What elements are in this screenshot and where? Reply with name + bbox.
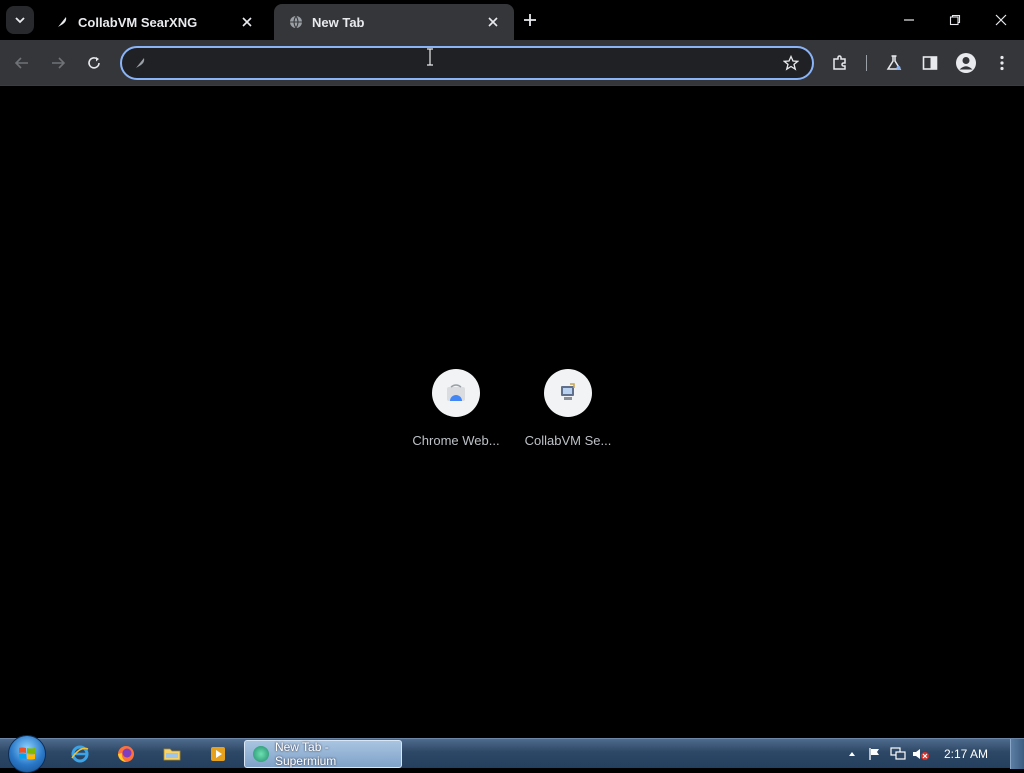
start-button[interactable]: [8, 735, 46, 773]
web-store-icon: [447, 384, 465, 401]
shortcut-label: Chrome Web...: [412, 433, 500, 448]
computer-icon: [561, 383, 575, 400]
internet-explorer-pin[interactable]: [60, 741, 100, 767]
close-icon[interactable]: [238, 13, 256, 31]
shortcut-collabvm-searxng[interactable]: CollabVM Se...: [512, 368, 624, 458]
back-button[interactable]: [8, 49, 36, 77]
avatar-icon: [956, 53, 976, 73]
feather-icon: [54, 14, 70, 30]
tab-search-button[interactable]: [6, 6, 34, 34]
menu-button[interactable]: [988, 49, 1016, 77]
shortcut-label: CollabVM Se...: [524, 433, 612, 448]
show-desktop-button[interactable]: [1010, 739, 1024, 769]
tab-strip: CollabVM SearXNG New Tab: [0, 0, 1024, 40]
tab-collabvm-searxng[interactable]: CollabVM SearXNG: [40, 4, 268, 40]
minimize-icon: [904, 19, 914, 21]
minimize-button[interactable]: [886, 0, 932, 40]
shortcut-icon-circle: [432, 369, 480, 417]
toolbar-divider: [866, 55, 867, 71]
globe-icon: [288, 14, 304, 30]
browser-toolbar: [0, 40, 1024, 86]
shortcut-icon-circle: [544, 369, 592, 417]
system-clock[interactable]: 2:17 AM: [944, 747, 988, 761]
flask-icon: [886, 55, 902, 70]
tab-new-tab[interactable]: New Tab: [274, 4, 514, 40]
address-input[interactable]: [156, 51, 780, 75]
folder-icon: [163, 748, 181, 761]
windows-logo-icon: [19, 747, 35, 760]
system-tray: [842, 739, 934, 769]
shortcut-chrome-web-store[interactable]: Chrome Web...: [400, 368, 512, 458]
supermium-icon: [253, 746, 269, 762]
tab-title: New Tab: [312, 14, 365, 30]
new-tab-button[interactable]: [518, 8, 542, 32]
firefox-pin[interactable]: [106, 741, 146, 767]
window-close-button[interactable]: [978, 0, 1024, 40]
back-arrow-icon: [14, 57, 28, 69]
search-engine-icon: [132, 55, 148, 71]
taskbar-button-supermium[interactable]: New Tab - Supermium: [244, 740, 402, 768]
bookmark-star-icon[interactable]: [780, 52, 802, 74]
profile-button[interactable]: [952, 49, 980, 77]
volume-muted-icon[interactable]: [911, 744, 931, 764]
reload-icon: [88, 57, 100, 69]
side-panel-button[interactable]: [916, 49, 944, 77]
action-center-flag-icon[interactable]: [865, 744, 885, 764]
internet-explorer-icon: [71, 745, 89, 763]
address-bar[interactable]: [120, 46, 814, 80]
media-player-icon: [211, 747, 225, 761]
media-player-pin[interactable]: [198, 741, 238, 767]
forward-arrow-icon: [52, 57, 66, 69]
file-explorer-pin[interactable]: [152, 741, 192, 767]
forward-button[interactable]: [44, 49, 72, 77]
network-icon[interactable]: [888, 744, 908, 764]
firefox-icon: [118, 746, 134, 762]
chevron-down-icon: [15, 17, 25, 24]
restore-button[interactable]: [932, 0, 978, 40]
kebab-menu-icon: [1000, 55, 1004, 71]
reload-button[interactable]: [80, 49, 108, 77]
puzzle-piece-icon: [833, 55, 846, 70]
text-cursor-icon: [427, 48, 433, 66]
taskbar: New Tab - Supermium 2:17 AM: [0, 735, 1024, 773]
restore-icon: [949, 14, 961, 26]
labs-button[interactable]: [880, 49, 908, 77]
tab-title: CollabVM SearXNG: [78, 14, 198, 30]
ntp-shortcuts: Chrome Web... CollabVM Se...: [400, 368, 624, 458]
side-panel-icon: [922, 56, 938, 70]
extensions-button[interactable]: [826, 49, 854, 77]
browser-window: CollabVM SearXNG New Tab Chrome Web... C…: [0, 0, 1024, 738]
close-icon[interactable]: [484, 13, 502, 31]
plus-icon: [524, 14, 536, 26]
taskbar-button-label: New Tab - Supermium: [274, 740, 337, 768]
close-icon: [995, 14, 1007, 26]
show-hidden-icons-arrow-icon[interactable]: [842, 744, 862, 764]
